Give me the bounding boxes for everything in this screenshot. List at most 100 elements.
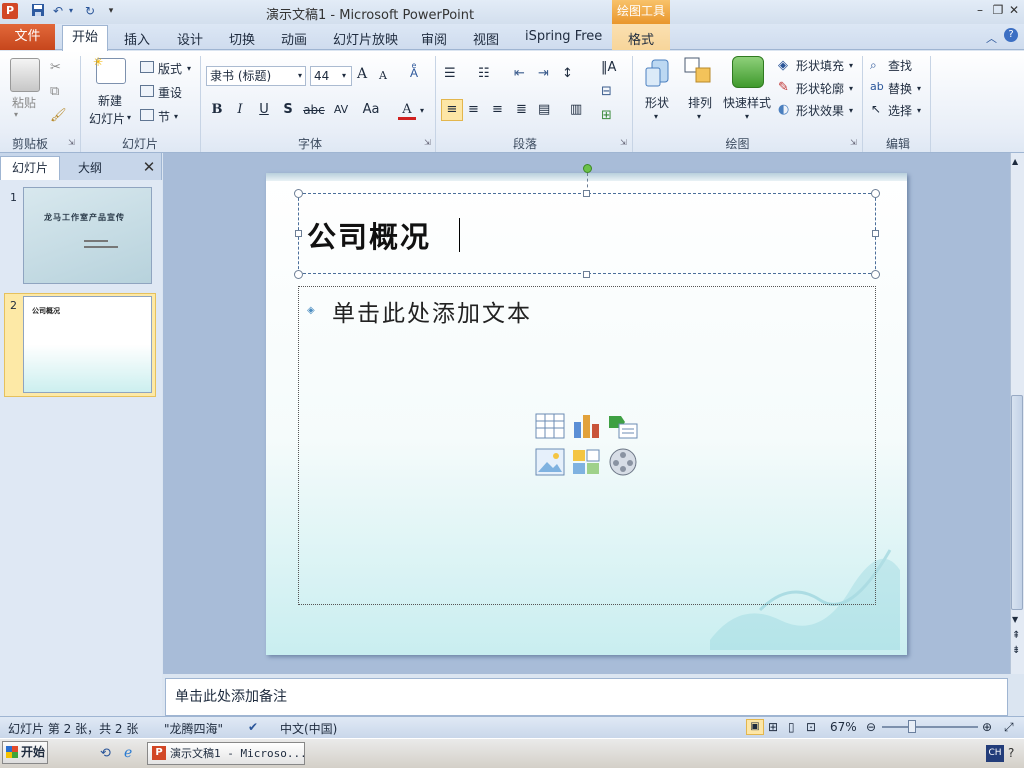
change-case-button[interactable]: Aa bbox=[360, 100, 382, 120]
scroll-down-icon[interactable]: ▼ bbox=[1012, 615, 1018, 624]
close-pane-icon[interactable]: ✕ bbox=[140, 158, 158, 176]
shapes-button[interactable]: 形状 bbox=[645, 94, 669, 111]
zoom-in-icon[interactable]: ⊕ bbox=[982, 720, 992, 734]
replace-button[interactable]: 替换 bbox=[888, 80, 912, 97]
bullets-icon[interactable]: ☰ bbox=[444, 66, 456, 81]
paragraph-launcher-icon[interactable]: ⇲ bbox=[620, 138, 627, 147]
character-spacing-button[interactable]: AV bbox=[330, 100, 352, 120]
zoom-slider[interactable] bbox=[882, 726, 978, 728]
font-size-dropdown-icon[interactable]: ▾ bbox=[342, 71, 346, 80]
notes-pane[interactable] bbox=[165, 678, 1008, 716]
theme-name[interactable]: "龙腾四海" bbox=[164, 720, 223, 737]
tab-animations[interactable]: 动画 bbox=[281, 29, 307, 48]
reading-view-button[interactable]: ▯ bbox=[788, 720, 795, 734]
reset-button[interactable]: 重设 bbox=[158, 84, 182, 101]
tab-ispring[interactable]: iSpring Free bbox=[525, 29, 602, 44]
align-right-button[interactable]: ≡ bbox=[492, 102, 503, 117]
insert-picture-icon[interactable] bbox=[535, 448, 565, 476]
resize-handle-ne[interactable] bbox=[871, 189, 880, 198]
shape-effects-icon[interactable]: ◐ bbox=[778, 102, 789, 117]
new-slide-button[interactable]: 幻灯片 bbox=[89, 110, 125, 127]
rotation-handle[interactable] bbox=[583, 164, 592, 173]
quick-styles-dropdown-icon[interactable]: ▾ bbox=[745, 112, 749, 121]
insert-clipart-icon[interactable] bbox=[572, 448, 602, 476]
help-icon[interactable]: ? bbox=[1004, 28, 1018, 42]
next-slide-icon[interactable]: ⇟ bbox=[1012, 645, 1020, 656]
content-placeholder-text[interactable]: 单击此处添加文本 bbox=[332, 294, 532, 328]
columns-icon[interactable]: ▥ bbox=[570, 102, 582, 117]
insert-table-icon[interactable] bbox=[535, 412, 565, 440]
distributed-button[interactable]: ▤ bbox=[538, 102, 550, 117]
font-color-dropdown-icon[interactable]: ▾ bbox=[420, 106, 424, 115]
reset-icon[interactable] bbox=[140, 85, 154, 97]
justify-button[interactable]: ≣ bbox=[516, 102, 527, 117]
shape-effects-dropdown-icon[interactable]: ▾ bbox=[849, 106, 853, 115]
restore-icon[interactable]: ❐ bbox=[990, 2, 1006, 18]
align-center-button[interactable]: ≡ bbox=[468, 102, 479, 117]
zoom-out-icon[interactable]: ⊖ bbox=[866, 720, 876, 734]
cut-icon[interactable]: ✂ bbox=[50, 60, 61, 75]
notes-placeholder[interactable]: 单击此处添加备注 bbox=[175, 686, 287, 706]
quick-styles-icon[interactable] bbox=[732, 56, 764, 88]
shape-outline-dropdown-icon[interactable]: ▾ bbox=[849, 84, 853, 93]
slide-sorter-view-button[interactable]: ⊞ bbox=[768, 720, 778, 734]
previous-slide-icon[interactable]: ⇞ bbox=[1012, 630, 1020, 641]
redo-icon[interactable]: ↻ bbox=[82, 3, 98, 19]
resize-handle-s[interactable] bbox=[583, 271, 590, 278]
align-left-button[interactable]: ≡ bbox=[441, 99, 463, 121]
section-button[interactable]: 节 bbox=[158, 108, 170, 125]
text-direction-icon[interactable]: ‖A bbox=[601, 60, 616, 75]
tab-outline[interactable]: 大纲 bbox=[62, 158, 118, 180]
resize-handle-se[interactable] bbox=[871, 270, 880, 279]
layout-button[interactable]: 版式 bbox=[158, 60, 182, 77]
clear-formatting-icon[interactable]: Aͤ bbox=[410, 66, 418, 80]
select-button[interactable]: 选择 bbox=[888, 102, 912, 119]
fit-to-window-icon[interactable]: ⤢ bbox=[1004, 720, 1014, 735]
font-name-dropdown-icon[interactable]: ▾ bbox=[298, 71, 302, 80]
zoom-level[interactable]: 67% bbox=[830, 720, 857, 734]
select-dropdown-icon[interactable]: ▾ bbox=[917, 106, 921, 115]
slide-thumbnail-selected[interactable]: 公司概况 bbox=[23, 296, 152, 393]
scrollbar-thumb[interactable] bbox=[1011, 395, 1023, 610]
tab-home[interactable]: 开始 bbox=[62, 25, 108, 51]
shape-outline-button[interactable]: 形状轮廓 bbox=[796, 80, 844, 97]
quick-styles-button[interactable]: 快速样式 bbox=[723, 94, 771, 111]
shape-effects-button[interactable]: 形状效果 bbox=[796, 102, 844, 119]
slide-title[interactable]: 公司概况 bbox=[307, 214, 431, 256]
shape-outline-icon[interactable]: ✎ bbox=[778, 80, 789, 95]
line-spacing-icon[interactable]: ↕ bbox=[562, 66, 573, 81]
section-dropdown-icon[interactable]: ▾ bbox=[174, 112, 178, 121]
minimize-ribbon-icon[interactable]: ︿ bbox=[986, 30, 997, 46]
font-name-combo[interactable]: 隶书 (标题) bbox=[206, 66, 306, 86]
undo-dropdown-icon[interactable]: ▾ bbox=[66, 3, 76, 19]
tab-insert[interactable]: 插入 bbox=[124, 29, 150, 48]
tab-review[interactable]: 审阅 bbox=[421, 29, 447, 48]
tab-format[interactable]: 格式 bbox=[612, 29, 670, 48]
customize-qat-icon[interactable]: ▾ bbox=[106, 3, 116, 19]
shrink-font-button[interactable]: A bbox=[379, 69, 387, 82]
font-color-button[interactable]: A bbox=[398, 100, 416, 120]
quick-launch-desktop-icon[interactable]: ⟲ bbox=[100, 746, 111, 761]
tab-slides[interactable]: 幻灯片 bbox=[0, 156, 60, 180]
smartart-convert-icon[interactable]: ⊞ bbox=[601, 108, 612, 123]
resize-handle-e[interactable] bbox=[872, 230, 879, 237]
close-window-icon[interactable]: ✕ bbox=[1006, 2, 1022, 18]
layout-dropdown-icon[interactable]: ▾ bbox=[187, 64, 191, 73]
arrange-button[interactable]: 排列 bbox=[688, 94, 712, 111]
section-icon[interactable] bbox=[140, 109, 154, 121]
strikethrough-button[interactable]: abc bbox=[302, 100, 326, 120]
underline-button[interactable]: U bbox=[254, 100, 274, 120]
align-text-icon[interactable]: ⊟ bbox=[601, 84, 612, 99]
find-button[interactable]: 查找 bbox=[888, 57, 912, 74]
content-placeholder[interactable] bbox=[298, 286, 876, 605]
minimize-icon[interactable]: – bbox=[972, 2, 988, 18]
paste-button[interactable]: 粘贴 bbox=[12, 94, 36, 111]
clipboard-launcher-icon[interactable]: ⇲ bbox=[68, 138, 75, 147]
tab-file[interactable]: 文件 bbox=[0, 24, 55, 50]
select-icon[interactable]: ↖ bbox=[871, 102, 881, 116]
insert-media-icon[interactable] bbox=[607, 446, 637, 476]
powerpoint-app-icon[interactable]: P bbox=[2, 3, 18, 19]
zoom-slider-thumb[interactable] bbox=[908, 720, 917, 733]
tab-design[interactable]: 设计 bbox=[177, 29, 203, 48]
tab-slideshow[interactable]: 幻灯片放映 bbox=[333, 29, 398, 48]
